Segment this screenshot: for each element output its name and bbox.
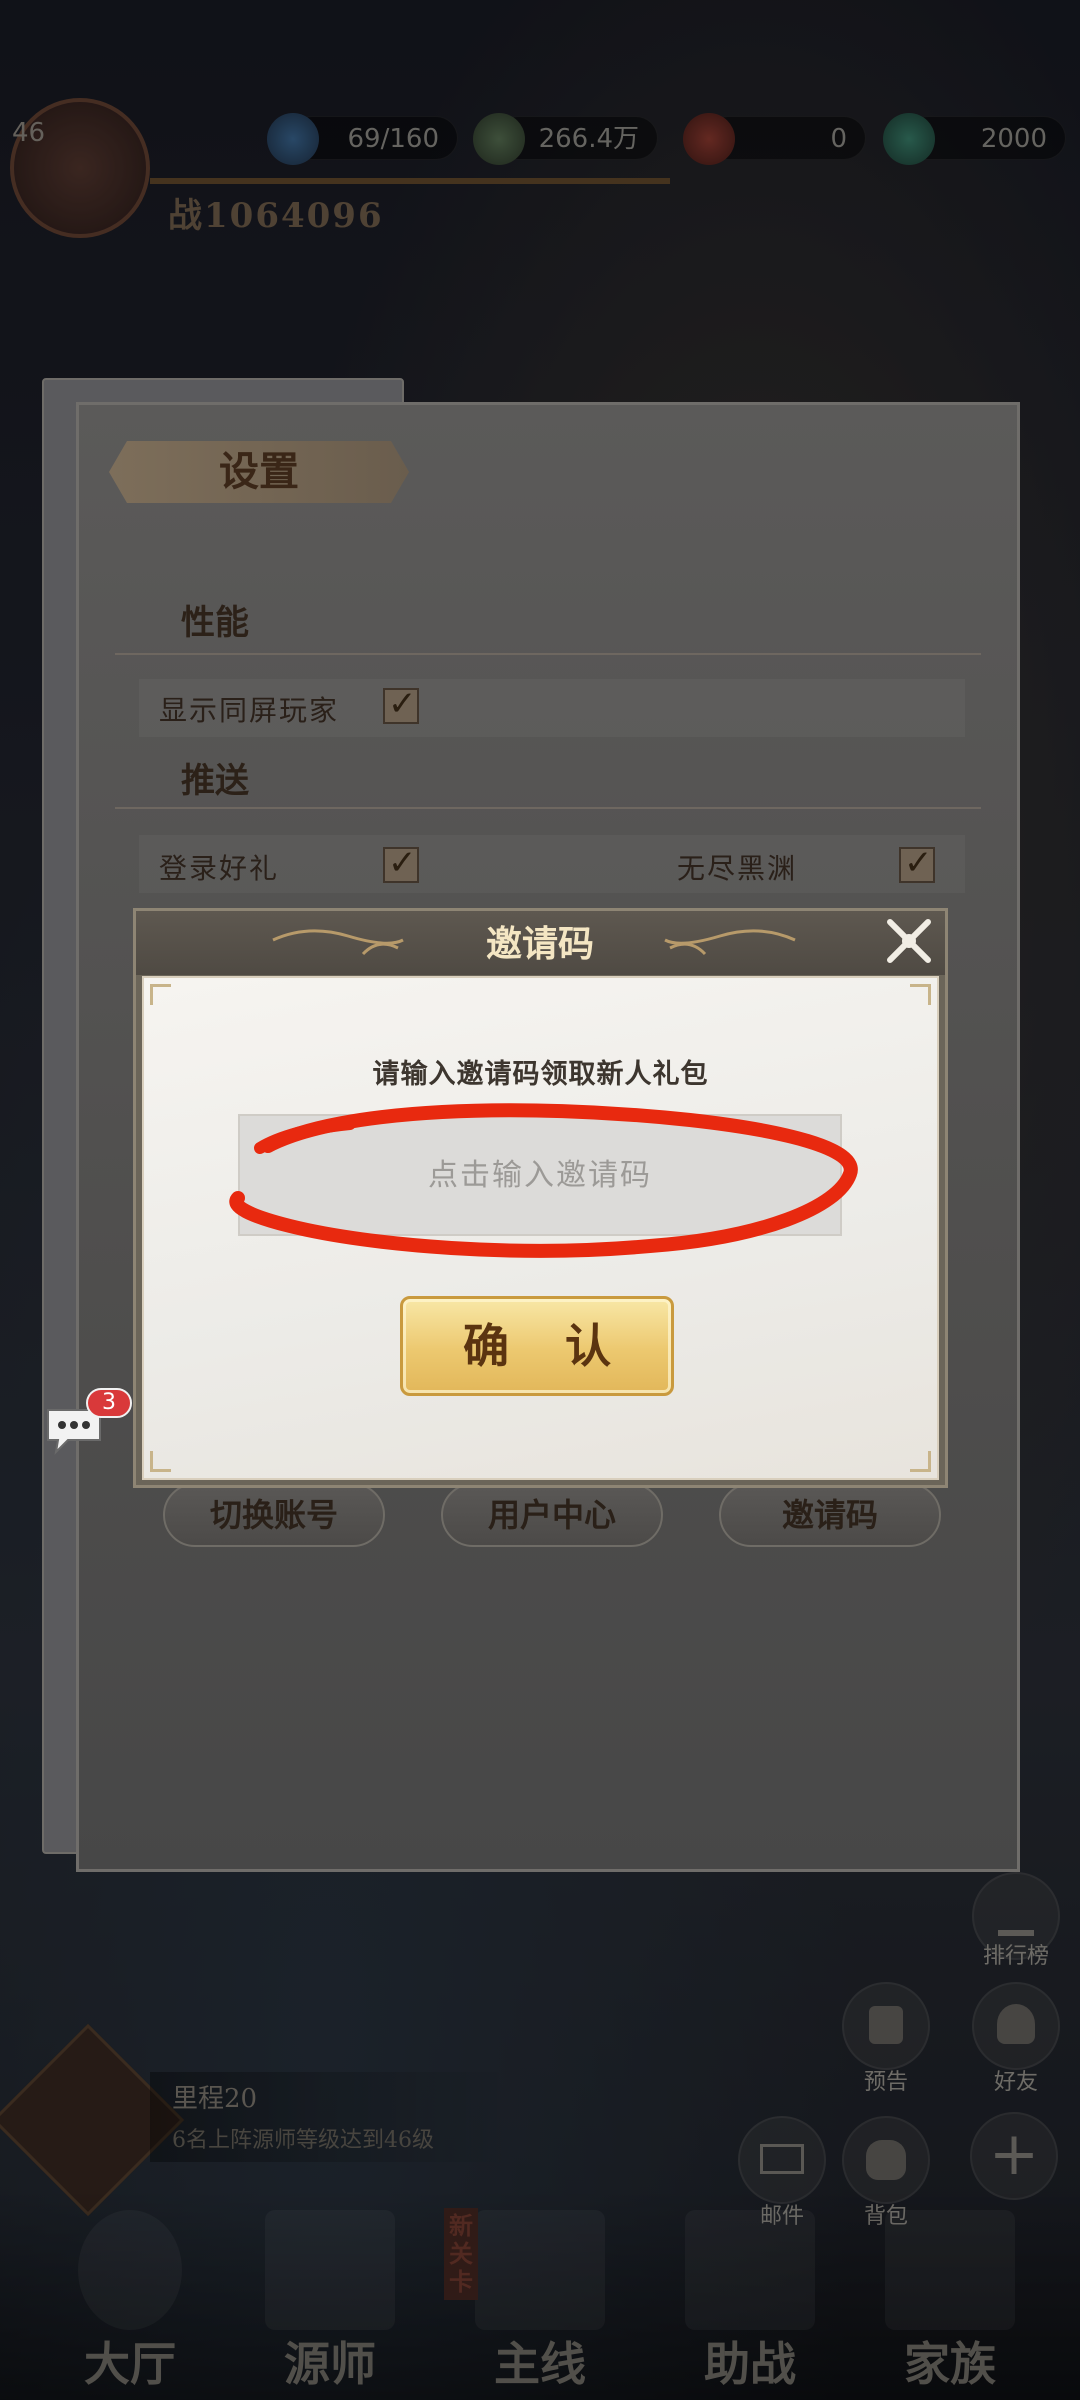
- section-performance: 性能: [181, 603, 249, 643]
- swirl-ornament-left: [272, 929, 404, 956]
- corner-ornament: [910, 1451, 931, 1472]
- corner-ornament: [150, 984, 171, 1005]
- red-annotation-scribble: [229, 1103, 858, 1258]
- checkmark-icon: ✓: [388, 684, 417, 724]
- checkmark-icon: ✓: [388, 843, 417, 883]
- show-players-checkbox[interactable]: ✓: [383, 684, 419, 724]
- chat-unread-badge: 3: [86, 1388, 132, 1418]
- divider: [115, 807, 981, 809]
- user-center-button[interactable]: 用户中心: [441, 1483, 663, 1547]
- switch-account-button[interactable]: 切换账号: [163, 1483, 385, 1547]
- show-players-label: 显示同屏玩家: [159, 694, 340, 727]
- divider: [115, 653, 981, 655]
- corner-ornament: [150, 1451, 171, 1472]
- corner-ornament: [910, 984, 931, 1005]
- endless-abyss-checkbox[interactable]: ✓: [899, 843, 935, 883]
- invite-modal-title: 邀请码: [485, 923, 594, 965]
- invite-code-button[interactable]: 邀请码: [719, 1483, 941, 1547]
- settings-title: 设置: [219, 448, 299, 495]
- endless-abyss-label: 无尽黑渊: [677, 852, 798, 885]
- login-gift-checkbox[interactable]: ✓: [383, 843, 419, 883]
- section-push: 推送: [181, 761, 249, 801]
- invite-hint-text: 请输入邀请码领取新人礼包: [372, 1059, 709, 1090]
- login-gift-label: 登录好礼: [159, 852, 280, 885]
- confirm-button[interactable]: 确 认: [400, 1296, 674, 1396]
- checkmark-icon: ✓: [904, 843, 933, 883]
- close-icon[interactable]: [882, 914, 936, 968]
